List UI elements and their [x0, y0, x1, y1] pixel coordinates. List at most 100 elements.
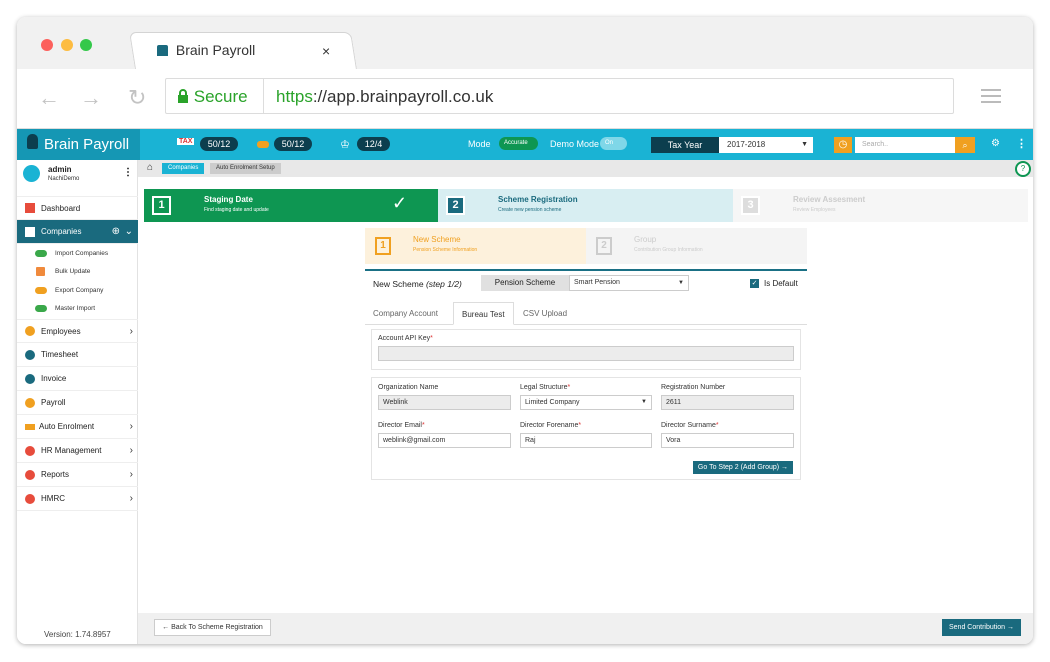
pension-scheme-select[interactable]: Smart Pension ▼ — [569, 275, 689, 291]
chevron-down-icon: ⌄ — [124, 226, 133, 237]
sidebar-sub-bulk-update[interactable]: Bulk Update — [17, 262, 138, 280]
tax-year-label: Tax Year — [651, 137, 719, 153]
users-icon — [25, 326, 35, 336]
user-name: admin — [48, 165, 72, 174]
org-name-input[interactable]: Weblink — [378, 395, 511, 410]
sidebar-item-hmrc[interactable]: HMRC › — [17, 487, 138, 511]
stage-staging-date[interactable]: 1 Staging Date Find staging date and upd… — [144, 189, 438, 222]
required-mark: * — [578, 422, 582, 429]
stage-sub: Review Employees — [793, 207, 836, 213]
chevron-down-icon: ▼ — [801, 141, 808, 148]
tab-company-account[interactable]: Company Account — [365, 302, 446, 325]
form-title-text: New Scheme — [373, 279, 424, 289]
crown-counter[interactable]: 12/4 — [357, 137, 390, 151]
form-title: New Scheme (step 1/2) — [373, 279, 462, 289]
send-contribution-button[interactable]: Send Contribution → — [942, 619, 1021, 636]
tab-favicon-icon — [157, 44, 168, 56]
api-key-label-text: Account API Key — [378, 335, 431, 342]
substep-sub: Contribution Group Information — [634, 247, 703, 253]
sidebar-item-label: Companies — [41, 227, 82, 236]
is-default-checkbox[interactable]: ✓ — [750, 279, 759, 288]
director-surname-input[interactable]: Vora — [661, 433, 794, 448]
demo-mode-toggle[interactable]: On — [600, 137, 627, 150]
stage-sub: Create new pension scheme — [498, 207, 562, 213]
org-name-label: Organization Name — [378, 384, 439, 391]
reg-number-input[interactable]: 2611 — [661, 395, 794, 410]
mode-toggle[interactable]: Accurate — [499, 137, 538, 150]
chevron-right-icon: › — [129, 421, 133, 432]
chevron-down-icon: ▼ — [678, 280, 684, 286]
substep-sub: Pension Scheme Information — [413, 247, 478, 253]
more-vertical-icon[interactable]: ⋮ — [1016, 137, 1027, 150]
sidebar-sub-export[interactable]: Export Company — [17, 281, 138, 299]
tab-bureau-test[interactable]: Bureau Test — [453, 302, 514, 325]
required-mark: * — [567, 384, 571, 391]
avatar[interactable] — [23, 165, 40, 182]
sidebar-item-companies[interactable]: Companies ⊕ ⌄ — [17, 220, 138, 244]
director-email-input[interactable]: weblink@gmail.com — [378, 433, 511, 448]
clock-icon[interactable]: ◷ — [834, 137, 852, 153]
sidebar-sub-master-import[interactable]: Master Import — [17, 299, 138, 317]
sidebar-item-timesheet[interactable]: Timesheet — [17, 343, 138, 367]
plus-circle-icon[interactable]: ⊕ — [112, 226, 120, 237]
legal-structure-select[interactable]: Limited Company ▼ — [520, 395, 652, 410]
required-mark: * — [715, 422, 719, 429]
tax-year-select[interactable]: 2017-2018 ▼ — [719, 137, 813, 153]
tax-counter[interactable]: 50/12 — [200, 137, 238, 151]
reg-number-label: Registration Number — [661, 384, 726, 391]
timesheet-icon — [25, 349, 35, 360]
surname-label-text: Director Surname — [661, 422, 716, 429]
tax-icon: TAX — [177, 138, 195, 145]
director-forename-input[interactable]: Raj — [520, 433, 652, 448]
sidebar-item-invoice[interactable]: Invoice — [17, 367, 138, 391]
user-org: NachiDemo — [48, 176, 80, 182]
invoice-icon — [25, 373, 35, 384]
building-icon — [25, 226, 35, 237]
menu-icon[interactable] — [981, 89, 1001, 103]
close-window-button[interactable] — [41, 39, 53, 51]
sidebar-item-employees[interactable]: Employees › — [17, 319, 138, 343]
sidebar-item-reports[interactable]: Reports › — [17, 463, 138, 487]
forward-arrow-icon[interactable]: → — [80, 85, 102, 111]
legal-structure-value: Limited Company — [525, 399, 580, 406]
money-bag-icon — [25, 397, 35, 408]
tab-csv-upload[interactable]: CSV Upload — [515, 302, 575, 325]
coins-counter[interactable]: 50/12 — [274, 137, 312, 151]
sidebar-sub-import[interactable]: Import Companies — [17, 244, 138, 262]
search-input[interactable]: Search.. — [855, 137, 955, 153]
url-text[interactable]: https://app.brainpayroll.co.uk — [276, 87, 493, 107]
user-menu-icon[interactable]: ⋮ — [123, 167, 133, 178]
version-text: Version: 1.74.8957 — [44, 630, 111, 639]
maximize-window-button[interactable] — [80, 39, 92, 51]
back-to-scheme-button[interactable]: ← Back To Scheme Registration — [154, 619, 271, 636]
help-icon[interactable]: ? — [1015, 161, 1031, 177]
sidebar-item-payroll[interactable]: Payroll — [17, 391, 138, 415]
reload-icon[interactable]: ↻ — [128, 85, 146, 111]
stage-review[interactable]: 3 Review Assesment Review Employees — [733, 189, 1028, 222]
substep-number: 2 — [596, 237, 612, 255]
sidebar-item-auto-enrolment[interactable]: Auto Enrolment › — [17, 415, 138, 439]
search-icon[interactable]: ⌕ — [955, 137, 975, 153]
mode-label: Mode — [468, 139, 491, 149]
stage-sub: Find staging date and update — [204, 207, 269, 213]
sidebar-item-label: Invoice — [41, 374, 67, 383]
go-to-step-2-button[interactable]: Go To Step 2 (Add Group) → — [693, 461, 793, 474]
stage-scheme-registration[interactable]: 2 Scheme Registration Create new pension… — [438, 189, 733, 222]
sidebar-item-label: Reports — [41, 470, 70, 479]
substep-new-scheme[interactable]: 1 New Scheme Pension Scheme Information — [365, 228, 586, 264]
sidebar-item-hr[interactable]: HR Management › — [17, 439, 138, 463]
api-key-input[interactable] — [378, 346, 794, 361]
back-arrow-icon[interactable]: ← — [38, 85, 60, 111]
home-icon[interactable]: ⌂ — [147, 162, 153, 173]
cloud-icon — [35, 286, 47, 294]
cloud-icon — [35, 304, 47, 312]
tab-close-icon[interactable]: × — [322, 43, 330, 59]
settings-icon[interactable]: ⚙ — [991, 138, 1000, 149]
substep-group[interactable]: 2 Group Contribution Group Information — [586, 228, 807, 264]
minimize-window-button[interactable] — [61, 39, 73, 51]
stage-number: 3 — [741, 196, 760, 215]
forename-label-text: Director Forename — [520, 422, 579, 429]
sidebar-item-dashboard[interactable]: Dashboard — [17, 196, 138, 220]
dashboard-icon — [25, 203, 35, 213]
breadcrumb-companies[interactable]: Companies — [162, 163, 205, 174]
